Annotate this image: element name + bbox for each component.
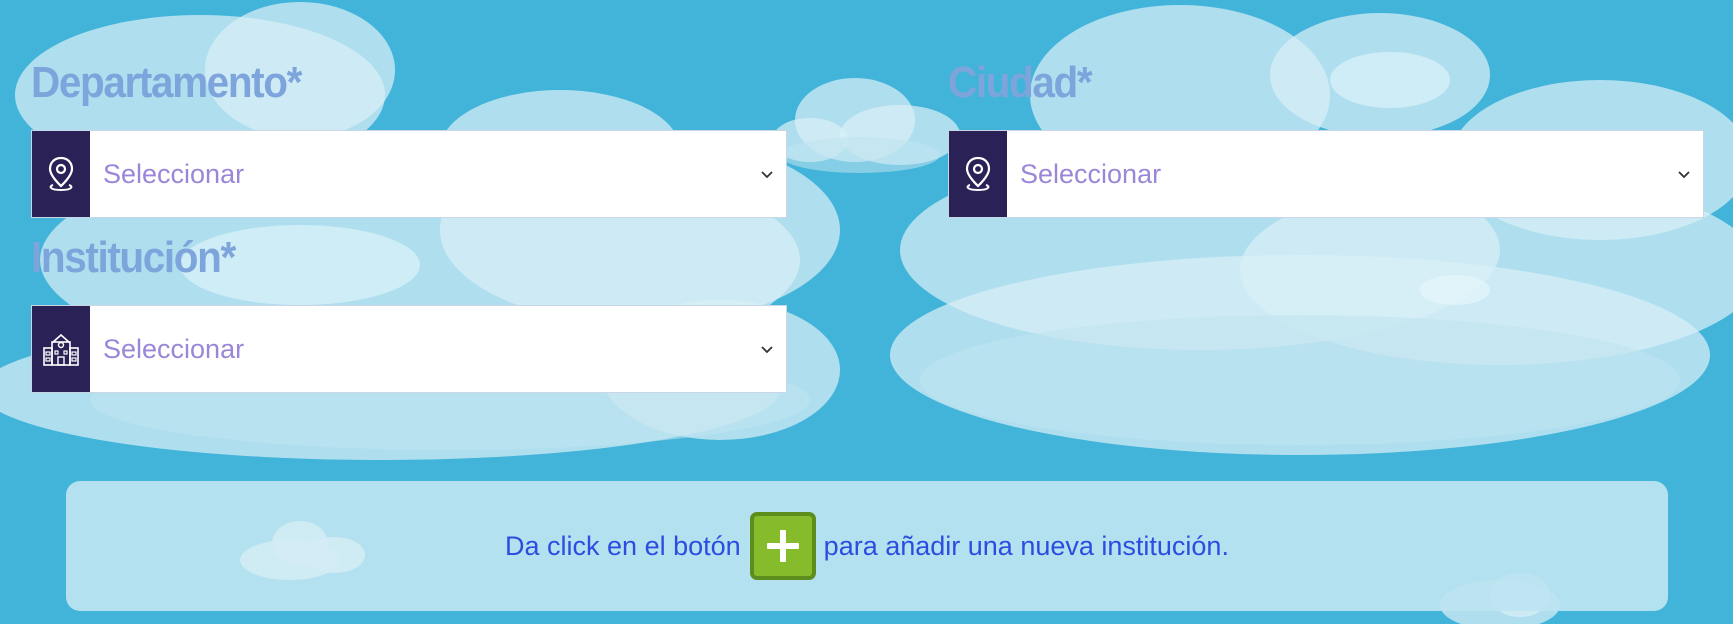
hint-text-after: para añadir una nueva institución. <box>823 530 1229 561</box>
chevron-down-icon <box>760 342 774 356</box>
cloud-middle <box>772 78 960 173</box>
departamento-label: Departamento* <box>31 58 302 107</box>
departamento-dropdown[interactable]: Seleccionar <box>90 131 786 217</box>
add-institution-button[interactable] <box>749 512 816 580</box>
school-building-icon <box>32 306 90 392</box>
plus-icon <box>766 530 799 562</box>
map-pin-icon <box>949 131 1007 217</box>
departamento-select[interactable]: Seleccionar <box>31 130 787 218</box>
chevron-down-icon <box>1677 167 1691 181</box>
institucion-select[interactable]: Seleccionar <box>31 305 787 393</box>
hint-text-before: Da click en el botón <box>505 530 741 561</box>
ciudad-value: Seleccionar <box>1020 158 1162 189</box>
ciudad-dropdown[interactable]: Seleccionar <box>1007 131 1703 217</box>
departamento-value: Seleccionar <box>103 158 245 189</box>
institucion-dropdown[interactable]: Seleccionar <box>90 306 786 392</box>
ciudad-label: Ciudad* <box>948 58 1093 107</box>
institucion-label: Institución* <box>31 233 236 282</box>
chevron-down-icon <box>760 167 774 181</box>
panel-cloud-decoration <box>240 521 365 580</box>
institucion-value: Seleccionar <box>103 333 245 364</box>
ciudad-select[interactable]: Seleccionar <box>948 130 1704 218</box>
map-pin-icon <box>32 131 90 217</box>
